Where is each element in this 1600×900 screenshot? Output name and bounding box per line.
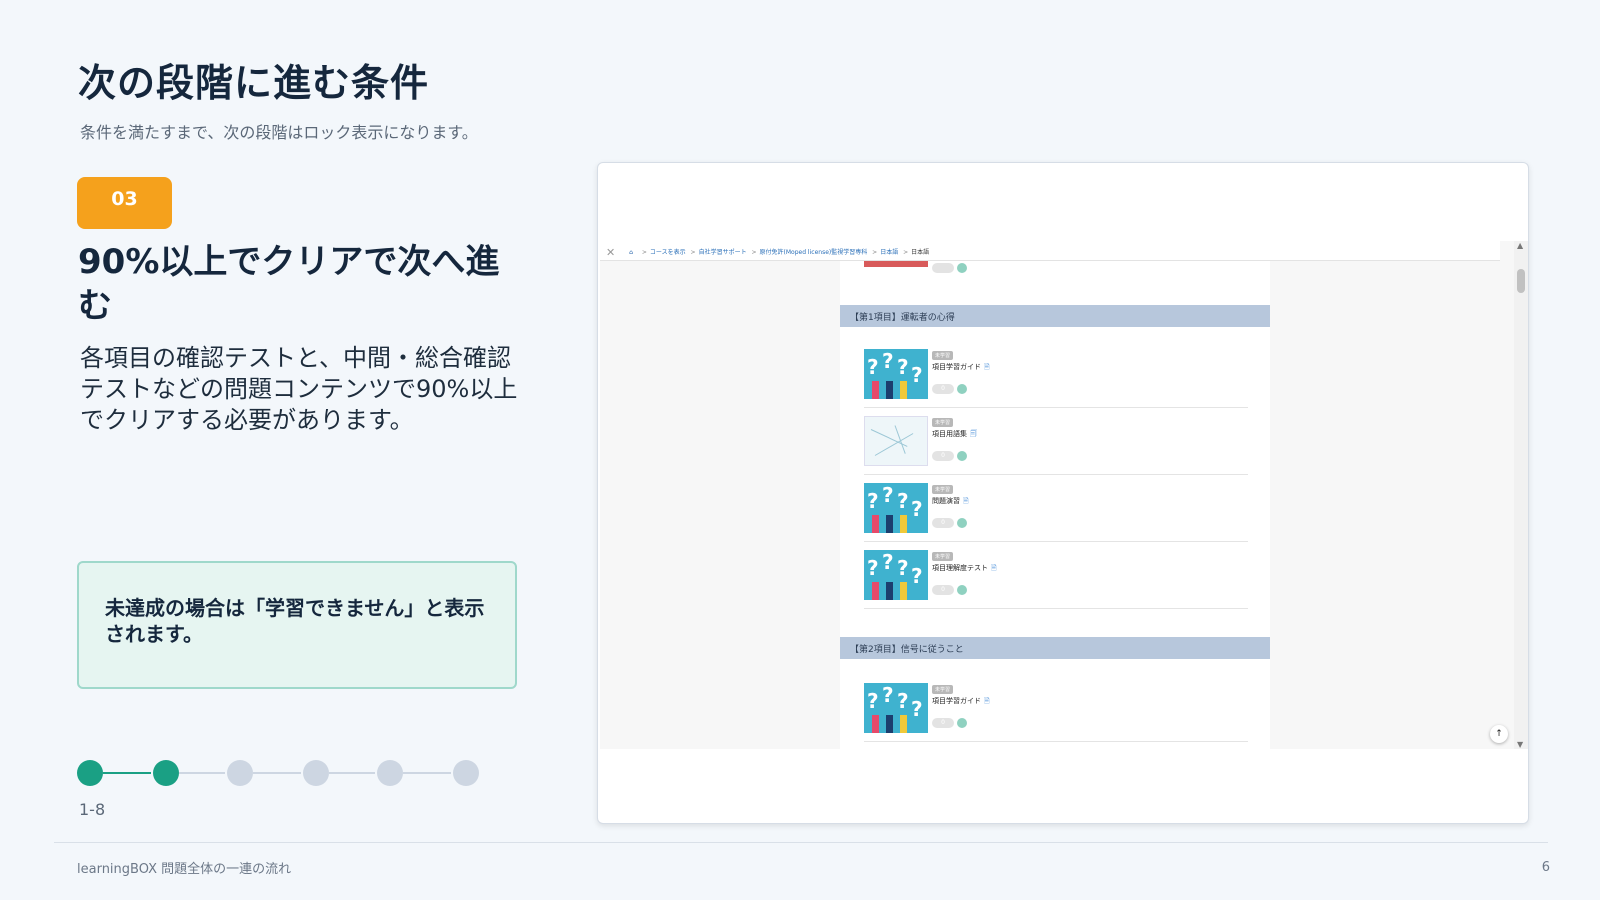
note-text: 未達成の場合は「学習できません」と表示されます。 — [105, 596, 485, 646]
item-title[interactable]: 項目理解度テスト 🗎 — [932, 563, 997, 575]
status-badge: 未学習 — [932, 485, 954, 494]
list-item[interactable]: ???? 未学習 項目学習ガイド 🗎 0 — [864, 341, 1248, 408]
question-thumbnail: ???? — [864, 550, 928, 600]
glossary-icon: 🗐 — [970, 430, 977, 438]
status-badge: 未学習 — [932, 685, 954, 694]
bookmark-icon[interactable] — [957, 384, 967, 394]
progress-dot-5 — [377, 760, 403, 786]
status-badge: 未学習 — [932, 552, 954, 561]
footer-divider — [54, 842, 1548, 843]
question-thumbnail: ???? — [864, 349, 928, 399]
scroll-up-icon[interactable]: ▲ — [1517, 241, 1523, 250]
list-item[interactable]: ???? 未学習 問題演習 🗎 0 — [864, 475, 1248, 542]
vertical-scrollbar[interactable]: ▲ ▼ — [1514, 241, 1528, 749]
document-icon: 🗎 — [984, 363, 990, 371]
status-badge: 未学習 — [932, 351, 954, 360]
bookmark-icon[interactable] — [957, 718, 967, 728]
progress-dot-1 — [77, 760, 103, 786]
close-icon[interactable]: ✕ — [606, 246, 615, 259]
step-heading: 90%以上でクリアで次へ進む — [78, 242, 500, 326]
like-count[interactable]: 0 — [932, 451, 954, 461]
list-item[interactable]: ???? 未学習 項目理解度テスト 🗎 0 — [864, 542, 1248, 609]
browser-viewport: ✕ ⌂ > コースを表示 > 自社学習サポート > 原付免許(Moped licens… — [600, 241, 1528, 749]
progress-connector — [403, 772, 451, 774]
section-header: 【第2項目】信号に従うこと — [840, 637, 1270, 659]
progress-dot-2 — [153, 760, 179, 786]
progress-connector — [103, 772, 151, 774]
list-item-fragment — [864, 261, 1248, 279]
scroll-thumb[interactable] — [1517, 269, 1525, 293]
breadcrumb-item[interactable]: 日本語 — [880, 249, 898, 256]
page-number: 6 — [1541, 860, 1550, 875]
bookmark-icon[interactable] — [957, 451, 967, 461]
like-count[interactable]: 0 — [932, 518, 954, 528]
item-title[interactable]: 項目用語集 🗐 — [932, 429, 977, 441]
arrow-up-icon[interactable]: ↑ — [1490, 725, 1508, 743]
breadcrumb-current: 日本語 — [911, 249, 930, 256]
step-description: 各項目の確認テストと、中間・総合確認テストなどの問題コンテンツで90%以上でクリ… — [80, 344, 518, 434]
list-item[interactable]: ???? 未学習 項目学習ガイド 🗎 0 — [864, 675, 1248, 742]
breadcrumb-item[interactable]: 自社学習サポート — [699, 249, 747, 256]
bookmark-icon[interactable] — [957, 585, 967, 595]
progress-indicator — [77, 760, 497, 786]
breadcrumb: ✕ ⌂ > コースを表示 > 自社学習サポート > 原付免許(Moped licens… — [600, 241, 1500, 261]
footer-title: learningBOX 問題全体の一連の流れ — [77, 862, 292, 877]
progress-dot-4 — [303, 760, 329, 786]
item-title[interactable]: 項目学習ガイド 🗎 — [932, 362, 990, 374]
item-title[interactable]: 問題演習 🗎 — [932, 496, 969, 508]
question-thumbnail: ???? — [864, 683, 928, 733]
course-screenshot: ✕ ⌂ > コースを表示 > 自社学習サポート > 原付免許(Moped licens… — [597, 162, 1529, 824]
glossary-thumbnail — [864, 416, 928, 466]
progress-connector — [329, 772, 375, 774]
step-number-badge: 03 — [77, 177, 172, 229]
scroll-down-icon[interactable]: ▼ — [1517, 740, 1523, 749]
progress-label: 1-8 — [79, 800, 106, 819]
document-icon: 🗎 — [984, 697, 990, 705]
slide-subtitle: 条件を満たすまで、次の段階はロック表示になります。 — [80, 123, 478, 142]
section-header: 【第1項目】運転者の心得 — [840, 305, 1270, 327]
progress-connector — [179, 772, 225, 774]
document-icon: 🗎 — [963, 497, 969, 505]
item-title[interactable]: 項目学習ガイド 🗎 — [932, 696, 990, 708]
like-count[interactable]: 0 — [932, 718, 954, 728]
document-icon: 🗎 — [991, 564, 997, 572]
breadcrumb-item[interactable]: コースを表示 — [650, 249, 686, 256]
progress-dot-3 — [227, 760, 253, 786]
list-item[interactable]: 未学習 項目用語集 🗐 0 — [864, 408, 1248, 475]
course-content: 【第1項目】運転者の心得 ???? 未学習 項目学習ガイド 🗎 0 未学習 項目… — [840, 261, 1270, 749]
like-count[interactable]: 0 — [932, 585, 954, 595]
note-box: 未達成の場合は「学習できません」と表示されます。 — [77, 561, 517, 689]
slide-title: 次の段階に進む条件 — [78, 61, 430, 105]
breadcrumb-item[interactable]: 原付免許(Moped license)監視学習専科 — [760, 249, 868, 256]
like-count[interactable]: 0 — [932, 384, 954, 394]
progress-dot-6 — [453, 760, 479, 786]
progress-connector — [253, 772, 301, 774]
question-thumbnail: ???? — [864, 483, 928, 533]
home-icon[interactable]: ⌂ — [629, 249, 633, 256]
bookmark-icon[interactable] — [957, 518, 967, 528]
status-badge: 未学習 — [932, 418, 954, 427]
